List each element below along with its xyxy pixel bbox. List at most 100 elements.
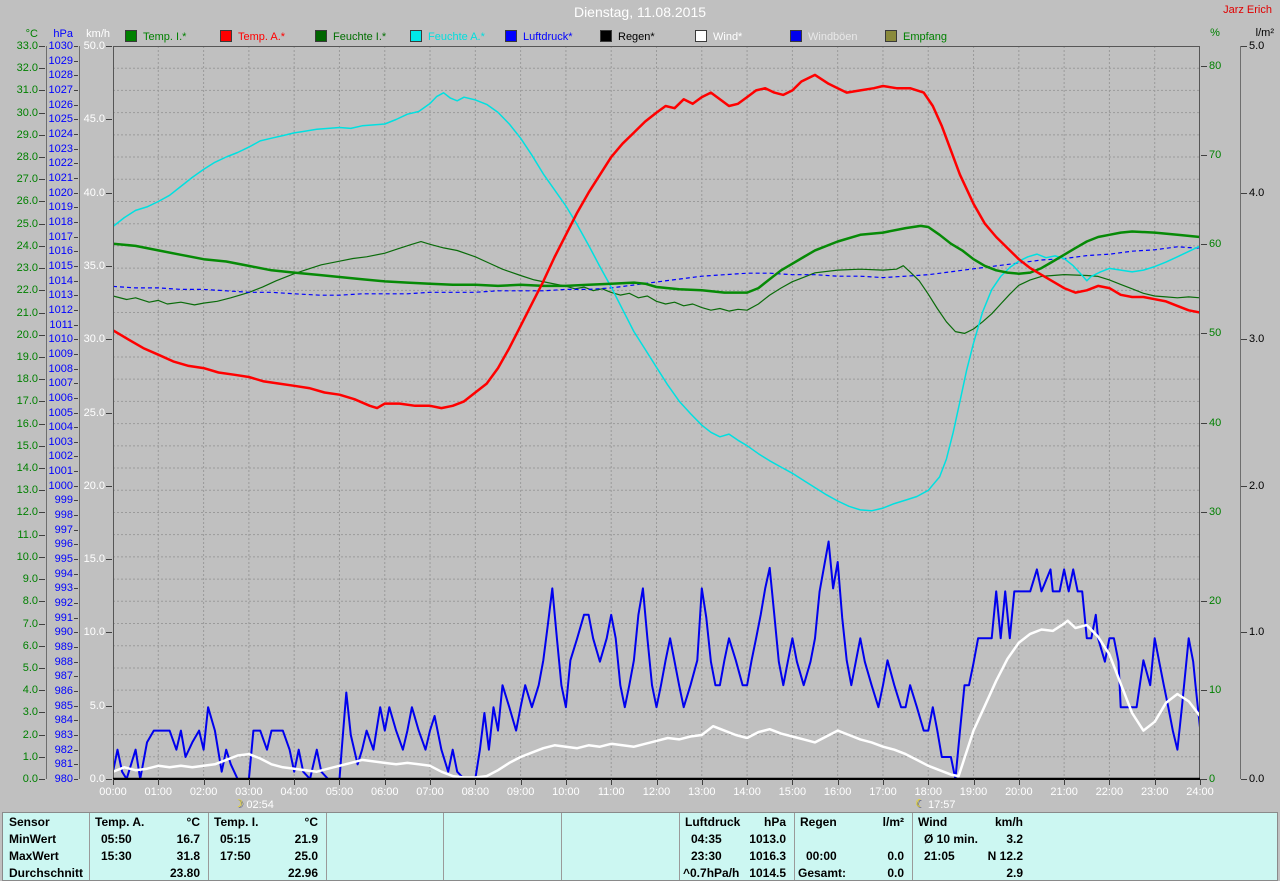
legend-item-temp-i[interactable]: Temp. I.* (125, 30, 186, 43)
x-axis-tick (1200, 779, 1201, 785)
axis-tick-label: 984 (54, 714, 73, 727)
legend-item-luftdruck[interactable]: Luftdruck* (505, 30, 573, 43)
axis-tick (74, 104, 78, 106)
legend-item-windb-en[interactable]: Windböen (790, 30, 858, 43)
axis-tick-label: 1015 (48, 259, 73, 272)
axis-tick-label: 35.0 (83, 259, 105, 272)
legend-item-feuchte-a[interactable]: Feuchte A.* (410, 30, 485, 43)
legend-item-wind[interactable]: Wind* (695, 30, 742, 43)
legend-label: Windböen (808, 31, 858, 43)
axis-tick-label: 1002 (48, 450, 73, 463)
legend-item-temp-a[interactable]: Temp. A.* (220, 30, 285, 43)
legend-label: Feuchte A.* (428, 31, 485, 43)
table-min-value: 21.9 (294, 832, 318, 846)
legend-item-empfang[interactable]: Empfang (885, 30, 947, 43)
table-min-value: 16.7 (176, 832, 200, 846)
axis-tick-label: 0 (1209, 773, 1216, 785)
axis-tick-label: 32.0 (16, 62, 38, 75)
axis-tick-label: 30 (1209, 505, 1222, 518)
x-axis-label: 11:00 (597, 786, 625, 798)
axis-tick-label: 5.0 (89, 699, 105, 712)
axis-tick-label: 3.0 (22, 706, 38, 719)
time-marker-label: 17:57 (927, 799, 956, 811)
legend-label: Empfang (903, 31, 948, 43)
axis-tick (106, 779, 112, 780)
axis-tick-label: 2.0 (22, 728, 38, 741)
table-avg-value: 1014.5 (749, 866, 786, 880)
axis-tick-label: 25.0 (83, 406, 105, 419)
x-axis-label: 24:00 (1186, 786, 1214, 798)
legend-swatch (410, 30, 422, 42)
x-axis-tick (656, 779, 658, 785)
axis-tick-label: 25.0 (16, 217, 38, 230)
axis-tick-label: 1019 (48, 201, 73, 214)
axis-tick (74, 324, 78, 326)
axis-tick-label: 997 (54, 523, 73, 536)
x-axis-tick (1064, 779, 1066, 785)
axis-tick-label: 999 (54, 494, 73, 507)
axis-tick-label: 1005 (48, 406, 73, 419)
axis-tick (74, 749, 78, 751)
axis-tick-label: 40 (1209, 416, 1222, 429)
axis-tick-label: 992 (54, 597, 73, 610)
axis-tick (1241, 339, 1247, 341)
axis-tick (1241, 779, 1247, 780)
axis-tick-label: 1012 (48, 303, 73, 316)
axis-tick (106, 119, 112, 121)
axis-tick-label: 50.0 (83, 40, 105, 52)
legend-label: Luftdruck* (523, 31, 573, 43)
axis-tick-label: 7.0 (22, 617, 38, 630)
axis-tick (74, 647, 78, 649)
x-axis-tick (928, 779, 930, 785)
axis-tick (1241, 192, 1247, 194)
axis-tick-label: 1018 (48, 215, 73, 228)
legend-swatch (505, 30, 517, 42)
legend-label: Wind* (713, 31, 743, 43)
table-max-value: 31.8 (176, 849, 200, 863)
axis-tick-label: 28.0 (16, 151, 38, 164)
axis-tick-label: 1006 (48, 391, 73, 404)
axis-tick-label: 20.0 (83, 479, 105, 492)
axis-tick-label: 991 (54, 611, 73, 624)
axis-tick (106, 339, 112, 341)
x-axis-tick (973, 779, 975, 785)
legend-item-feuchte-i[interactable]: Feuchte I.* (315, 30, 386, 43)
axis-tick (1201, 244, 1207, 246)
axis-tick (74, 397, 78, 399)
axis-tick (74, 280, 78, 282)
axis-tick (74, 441, 78, 443)
table-avg-value: 2.9 (1006, 866, 1023, 880)
x-axis-label: 15:00 (778, 786, 807, 798)
axis-tick (74, 691, 78, 693)
x-axis-tick (294, 779, 296, 785)
table-min-value: 1013.0 (749, 832, 786, 846)
axis-tick (74, 676, 78, 678)
axis-tick-label: 10.0 (16, 550, 38, 563)
axis-tick (74, 295, 78, 297)
table-max-value: 25.0 (294, 849, 318, 863)
axis-tick-label: 1028 (48, 69, 73, 82)
axis-tick-label: 12.0 (16, 506, 38, 519)
x-axis-tick (1018, 779, 1020, 785)
axis-tick-label: 70 (1209, 149, 1222, 162)
x-axis-tick (792, 779, 794, 785)
axis-tick (74, 456, 78, 458)
axis-tick-label: 15.0 (16, 439, 38, 452)
axis-tick (74, 368, 78, 370)
x-axis-label: 05:00 (325, 786, 354, 798)
x-axis-tick (701, 779, 703, 785)
legend-label: Regen* (618, 31, 655, 43)
axis-tick-label: 17.0 (16, 395, 38, 408)
axis-tick-label: 1017 (48, 230, 73, 243)
axis-tick-label: 980 (54, 773, 73, 785)
axis-tick-label: 11.0 (17, 528, 38, 541)
legend-item-regen[interactable]: Regen* (600, 30, 655, 43)
axis-tick (1241, 632, 1247, 634)
axis-tick-label: 3.0 (1249, 333, 1265, 346)
x-axis-label: 23:00 (1140, 786, 1169, 798)
axis-tick-label: 0.0 (89, 773, 105, 785)
chart-plot[interactable] (113, 46, 1200, 786)
axis-tick-label: 1010 (48, 333, 73, 346)
axis-tick (74, 148, 78, 150)
table-min-value (794, 832, 904, 847)
